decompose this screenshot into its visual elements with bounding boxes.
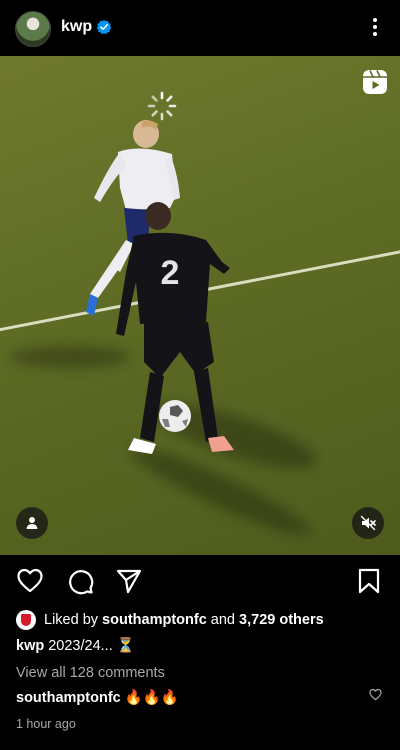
comment-like-heart-icon[interactable]	[369, 688, 382, 701]
header-username[interactable]: kwp	[61, 18, 92, 36]
reels-icon[interactable]	[362, 69, 388, 95]
mute-button[interactable]	[352, 507, 384, 539]
liked-by-middle: and	[210, 612, 235, 628]
caption: kwp 2023/24... ⏳	[16, 637, 135, 654]
comment-icon[interactable]	[66, 567, 94, 595]
reel-video[interactable]: 2	[0, 56, 400, 555]
heart-icon[interactable]	[16, 567, 44, 595]
caption-text: 2023/24...	[48, 638, 113, 654]
liked-by-line[interactable]: Liked by southamptonfc and 3,729 others	[16, 610, 324, 630]
post-timestamp: 1 hour ago	[16, 717, 76, 731]
tagged-people-button[interactable]	[16, 507, 48, 539]
post-header: kwp	[0, 0, 400, 56]
liked-by-user[interactable]: southamptonfc	[102, 612, 207, 628]
comment-text: 🔥🔥🔥	[124, 690, 179, 706]
player-dark-kit: 2	[116, 202, 234, 454]
verified-badge-icon	[96, 19, 112, 35]
more-options-icon[interactable]	[367, 15, 383, 39]
view-all-comments-link[interactable]: View all 128 comments	[16, 665, 165, 681]
share-icon[interactable]	[115, 567, 143, 595]
tagged-people-icon	[26, 517, 38, 529]
top-comment: southamptonfc 🔥🔥🔥	[16, 689, 179, 706]
comment-username[interactable]: southamptonfc	[16, 690, 121, 706]
football	[159, 400, 191, 432]
profile-avatar[interactable]	[15, 11, 51, 47]
liked-by-prefix: Liked by	[44, 612, 99, 628]
action-bar	[0, 563, 400, 599]
loading-spinner-icon	[147, 91, 177, 121]
caption-username[interactable]: kwp	[16, 638, 44, 654]
liker-avatar	[16, 610, 36, 630]
liked-by-others[interactable]: 3,729 others	[239, 612, 324, 628]
bookmark-icon[interactable]	[355, 567, 383, 595]
jersey-number: 2	[161, 254, 180, 292]
mute-icon	[360, 515, 376, 531]
hourglass-emoji: ⏳	[116, 638, 135, 654]
